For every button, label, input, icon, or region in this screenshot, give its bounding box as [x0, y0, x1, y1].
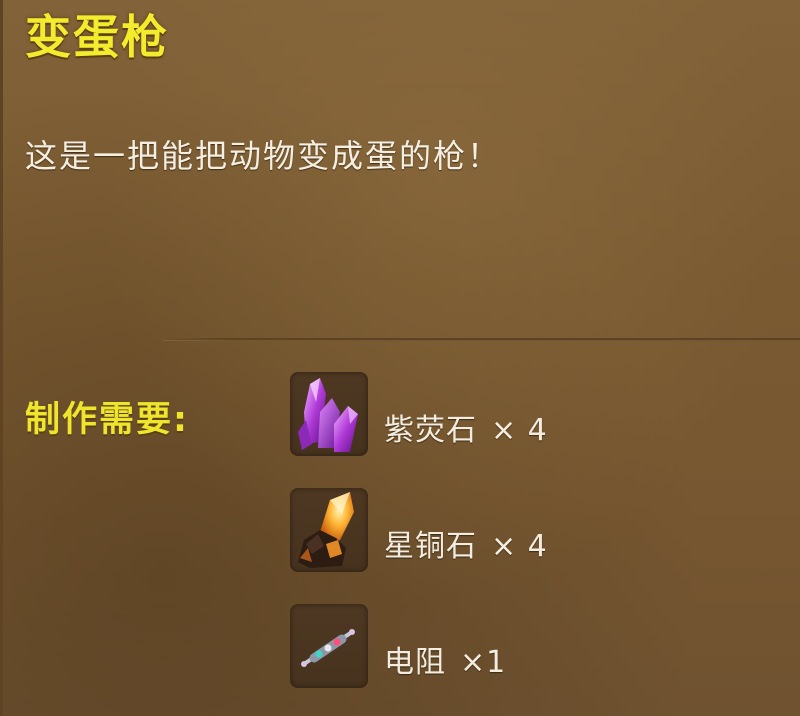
item-tooltip-panel: 变蛋枪 这是一把能把动物变成蛋的枪！ 制作需要: 紫荧石 × 4 星铜石 × 4…: [0, 0, 800, 716]
material-name: 星铜石: [384, 529, 477, 564]
purple-crystal-icon: [298, 378, 358, 452]
material-item-star-copper[interactable]: 星铜石 × 4: [290, 488, 690, 572]
material-name: 紫荧石: [384, 413, 477, 448]
material-slot[interactable]: [290, 488, 368, 572]
material-name: 电阻: [384, 645, 446, 680]
material-item-purple-crystal[interactable]: 紫荧石 × 4: [290, 372, 690, 456]
item-description: 这是一把能把动物变成蛋的枪！: [25, 137, 502, 175]
material-item-resistor[interactable]: 电阻 ×1: [290, 604, 690, 688]
star-copper-ore-icon: [298, 492, 354, 568]
crafting-requirements-label: 制作需要:: [25, 400, 189, 440]
material-slot[interactable]: [290, 372, 368, 456]
section-divider: [163, 338, 800, 341]
material-quantity: × 4: [491, 413, 548, 448]
material-quantity: ×1: [460, 645, 507, 680]
material-slot[interactable]: [290, 604, 368, 688]
item-title: 变蛋枪: [25, 10, 169, 64]
material-quantity: × 4: [491, 529, 548, 564]
resistor-icon: [301, 629, 355, 667]
